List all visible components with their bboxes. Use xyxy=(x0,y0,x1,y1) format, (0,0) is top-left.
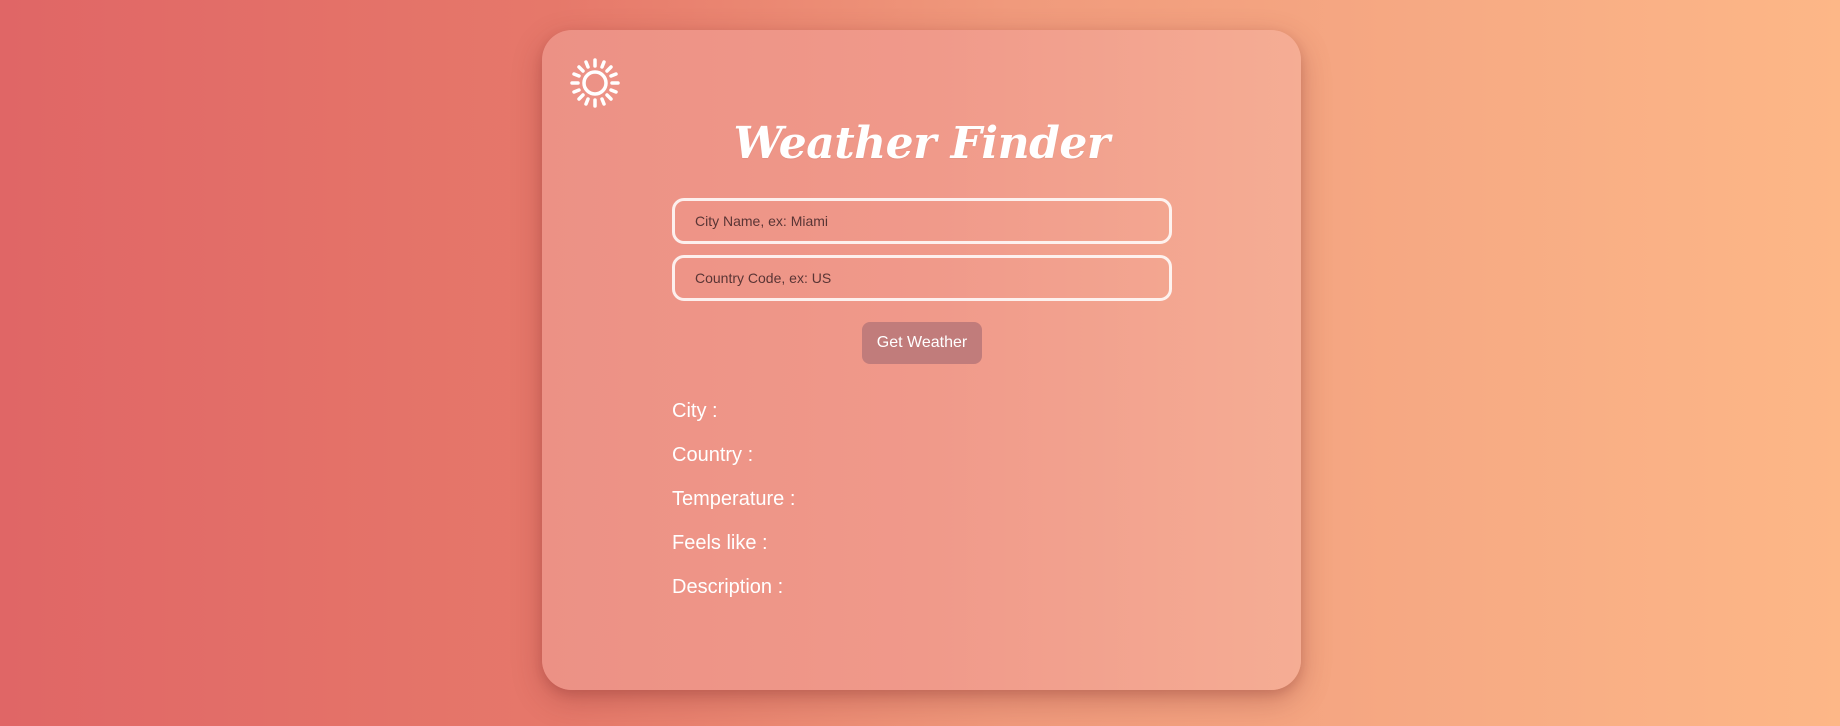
city-label: City : xyxy=(672,400,718,422)
result-row-description: Description : xyxy=(672,576,787,599)
description-label: Description : xyxy=(672,576,784,598)
result-row-country: Country : xyxy=(672,444,757,467)
country-code-input[interactable] xyxy=(672,255,1172,301)
country-label: Country : xyxy=(672,444,754,466)
result-row-feels-like: Feels like : xyxy=(672,532,772,555)
result-row-temperature: Temperature : xyxy=(672,488,799,511)
sun-icon xyxy=(570,58,620,108)
temperature-label: Temperature : xyxy=(672,488,796,510)
page-title: Weather Finder xyxy=(733,118,1110,169)
result-row-city: City : xyxy=(672,400,722,423)
city-name-input[interactable] xyxy=(672,198,1172,244)
feels-like-label: Feels like : xyxy=(672,532,768,554)
weather-card: Weather Finder Get Weather City : Countr… xyxy=(542,30,1301,690)
get-weather-button[interactable]: Get Weather xyxy=(862,322,982,364)
